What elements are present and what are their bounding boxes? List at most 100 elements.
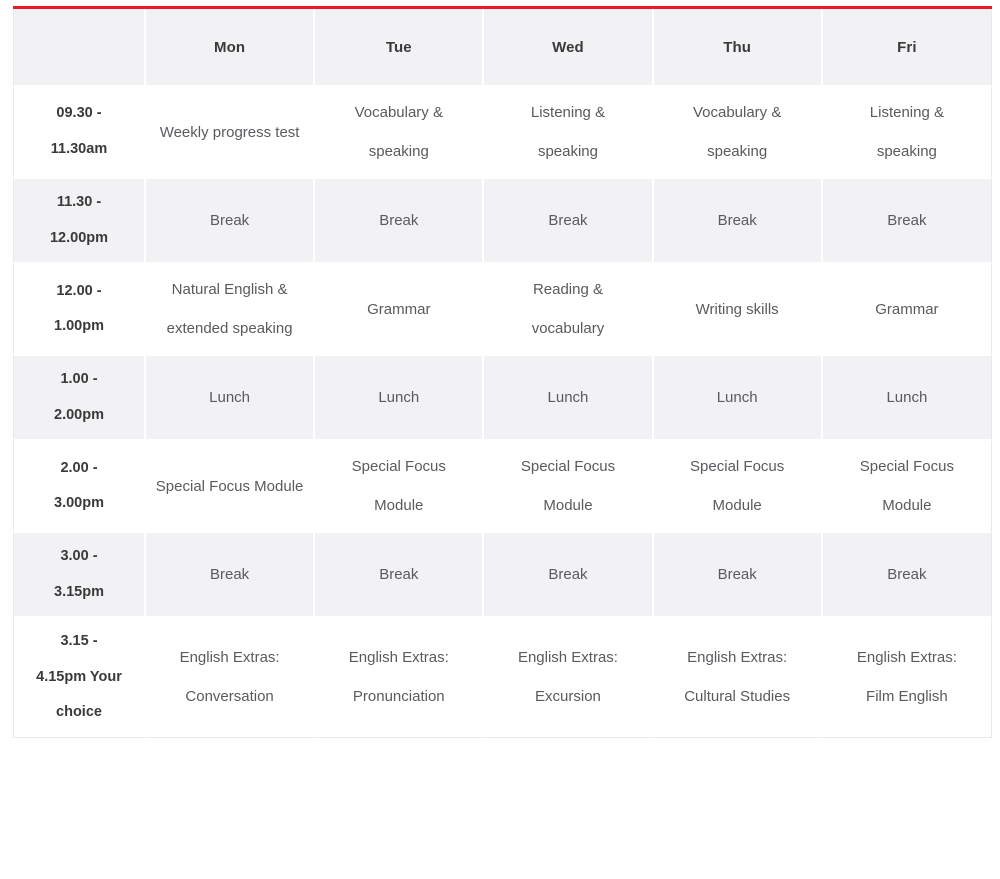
- lesson-text-line: Break: [887, 566, 927, 584]
- lesson-text-line: Listening &: [530, 104, 606, 121]
- lesson-text-line: Special Focus Module: [155, 477, 304, 495]
- lesson-cell-mon: Break: [146, 533, 316, 619]
- lesson-text-line: Lunch: [886, 389, 928, 407]
- lesson-text-line: English Extras:: [687, 649, 788, 667]
- timetable-body: 09.30 - 11.30am Weekly progress test Vocabu…: [13, 87, 992, 738]
- lesson-text-line: Special Focus: [859, 458, 954, 476]
- lesson-text-line: Break: [548, 212, 588, 230]
- lesson-text-line: Special Focus: [351, 458, 446, 476]
- lesson-cell-wed: Break: [484, 179, 654, 265]
- lesson-cell-tue: Break: [315, 179, 485, 265]
- time-slot-line: 11.30 -: [56, 194, 102, 210]
- lesson-cell-fri: Listening & speaking: [822, 87, 992, 179]
- time-slot-cell: 12.00 - 1.00pm: [13, 264, 146, 357]
- timetable-row: 2.00 -3.00pm Special Focus Module Special …: [13, 441, 992, 534]
- time-slot-line: 12.00pm: [49, 229, 109, 246]
- lesson-cell-tue: English Extras: Pronunciation: [315, 618, 485, 738]
- lesson-cell-mon: Special Focus Module: [146, 441, 316, 534]
- time-slot-line: 2.00pm: [54, 406, 104, 423]
- lesson-cell-mon: English Extras: Conversation: [146, 618, 316, 738]
- lesson-cell-thu: Vocabulary & speaking: [653, 87, 823, 179]
- header-corner-cell: [13, 9, 146, 87]
- day-header-mon: Mon: [146, 9, 316, 87]
- time-slot-line: 3.15pm: [54, 583, 104, 600]
- lesson-cell-fri: Break: [822, 533, 992, 619]
- lesson-text-line: speaking: [368, 143, 429, 160]
- lesson-cell-thu: English Extras: Cultural Studies: [653, 618, 823, 738]
- timetable-row: 12.00 - 1.00pm Natural English & extended s…: [13, 264, 992, 357]
- time-slot-line: 1.00 -: [60, 371, 98, 388]
- lesson-cell-wed: Lunch: [484, 356, 654, 442]
- lesson-cell-wed: English Extras: Excursion: [484, 618, 654, 738]
- day-header-tue: Tue: [315, 9, 485, 87]
- header-row: Mon Tue Wed Thu Fri: [13, 9, 992, 87]
- lesson-cell-thu: Break: [653, 533, 823, 619]
- lesson-cell-fri: Break: [822, 179, 992, 265]
- lesson-text-line: Break: [717, 212, 757, 230]
- lesson-text-line: Break: [887, 212, 927, 230]
- time-slot-line: 3.00 -: [60, 548, 98, 565]
- lesson-text-line: Grammar: [367, 300, 431, 318]
- lesson-cell-fri: Lunch: [822, 356, 992, 442]
- time-slot-cell: 2.00 - 3.00pm: [13, 441, 146, 534]
- lesson-cell-thu: Break: [653, 179, 823, 265]
- timetable-page: Mon Tue Wed Thu Fri 09.30 - 11.30am Weekly…: [0, 0, 1000, 879]
- weekly-timetable: Mon Tue Wed Thu Fri 09.30 - 11.30am Weekly…: [13, 9, 992, 738]
- time-slot-line: 12.00 -: [56, 282, 102, 299]
- lesson-text-line: English Extras:: [179, 649, 280, 667]
- lesson-cell-tue: Lunch: [315, 356, 485, 442]
- lesson-text-line: English Extras:: [517, 649, 618, 667]
- lesson-cell-mon: Weekly progress test: [146, 87, 316, 179]
- lesson-text-line: Break: [717, 566, 757, 584]
- lesson-cell-thu: Special Focus Module: [653, 441, 823, 534]
- lesson-cell-mon: Natural English & extended speaking: [146, 264, 316, 357]
- lesson-cell-thu: Lunch: [653, 356, 823, 442]
- day-header-thu: Thu: [653, 9, 823, 87]
- lesson-text-line: Grammar: [875, 300, 939, 318]
- lesson-text-line: Reading &: [532, 281, 603, 299]
- lesson-text-line: Excursion: [535, 688, 601, 706]
- lesson-text-line: Module: [882, 497, 932, 515]
- lesson-text-line: Module: [374, 497, 424, 515]
- lesson-text-line: Vocabulary &: [692, 104, 782, 121]
- time-slot-line: choice: [56, 704, 102, 721]
- lesson-text-line: Special Focus: [520, 458, 616, 476]
- lesson-text-line: Lunch: [716, 389, 758, 407]
- lesson-text-line: Weekly progress test: [159, 123, 300, 141]
- lesson-text-line: Lunch: [378, 389, 420, 407]
- time-slot-line: 1.00pm: [54, 318, 104, 335]
- time-slot-cell: 11.30 - 12.00pm: [13, 179, 146, 265]
- lesson-text-line: Vocabulary &: [354, 104, 443, 121]
- lesson-text-line: Film English: [866, 688, 948, 706]
- lesson-text-line: extended speaking: [166, 320, 293, 338]
- lesson-text-line: English Extras:: [856, 649, 957, 667]
- time-slot-cell: 1.00 - 2.00pm: [13, 356, 146, 442]
- timetable-row: 1.00 - 2.00pm Lunch Lunch Lunch Lunch Lunch: [13, 356, 992, 442]
- lesson-cell-thu: Writing skills: [653, 264, 823, 357]
- timetable-container: Mon Tue Wed Thu Fri 09.30 - 11.30am Weekly…: [13, 6, 992, 738]
- lesson-cell-wed: Break: [484, 533, 654, 619]
- timetable-row: 11.30 - 12.00pm Break Break Break Break Break: [13, 179, 992, 265]
- lesson-text-line: Conversation: [185, 688, 274, 706]
- lesson-cell-wed: Special Focus Module: [484, 441, 654, 534]
- lesson-text-line: Module: [712, 497, 762, 515]
- time-slot-line: 3.15 -: [60, 633, 98, 650]
- lesson-text-line: English Extras:: [348, 649, 449, 667]
- lesson-text-line: Break: [210, 566, 250, 584]
- lesson-text-line: Lunch: [547, 389, 589, 407]
- lesson-text-line: Module: [543, 497, 593, 515]
- time-slot-cell: 3.00 - 3.15pm: [13, 533, 146, 619]
- lesson-cell-mon: Break: [146, 179, 316, 265]
- lesson-text-line: Break: [548, 566, 588, 584]
- timetable-row: 3.15 - 4.15pm Your choice English Extras: Co…: [13, 618, 992, 738]
- lesson-text-line: Listening &: [869, 104, 944, 121]
- lesson-cell-tue: Special Focus Module: [315, 441, 485, 534]
- lesson-text-line: Break: [379, 212, 419, 230]
- lesson-cell-mon: Lunch: [146, 356, 316, 442]
- lesson-text-line: Break: [379, 566, 419, 584]
- time-slot-line: 09.30 -: [56, 105, 102, 122]
- lesson-cell-fri: Special Focus Module: [822, 441, 992, 534]
- time-slot-cell: 3.15 - 4.15pm Your choice: [13, 618, 146, 738]
- day-header-wed: Wed: [484, 9, 654, 87]
- lesson-cell-wed: Listening & speaking: [484, 87, 654, 179]
